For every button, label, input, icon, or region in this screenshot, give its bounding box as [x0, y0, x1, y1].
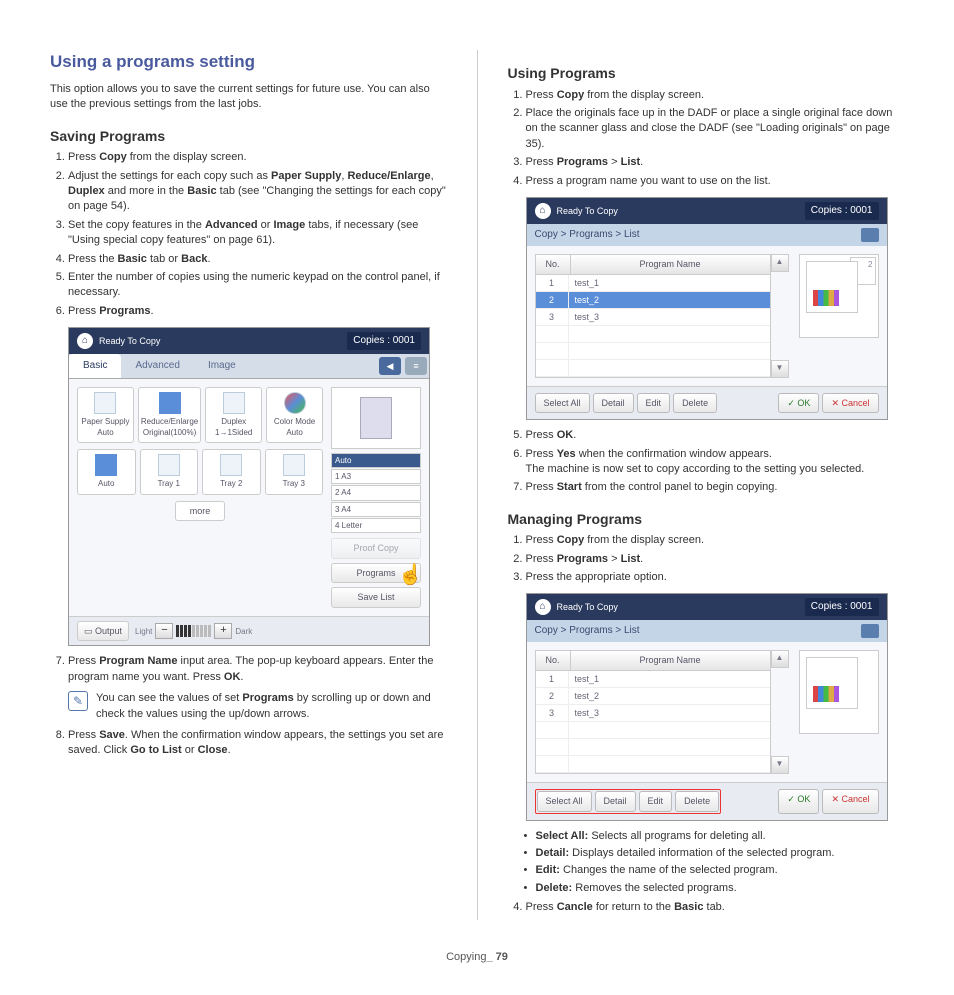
screenshot-list-manage: ⌂Ready To Copy Copies : 0001 Copy > Prog…: [526, 593, 888, 820]
edit-button[interactable]: Edit: [639, 791, 673, 812]
density-minus[interactable]: −: [155, 623, 173, 639]
screenshot-basic: ⌂Ready To Copy Copies : 0001 Basic Advan…: [68, 327, 430, 646]
step: Press Save. When the confirmation window…: [68, 728, 447, 759]
tray-1[interactable]: Tray 1: [140, 449, 199, 494]
step: Adjust the settings for each copy such a…: [68, 169, 447, 215]
copies-counter: Copies : 0001: [347, 332, 421, 350]
ok-button[interactable]: ✓ OK: [778, 789, 819, 814]
table-row[interactable]: 2test_2: [536, 688, 770, 705]
scroll-up-icon[interactable]: ▲: [771, 650, 789, 668]
tray-opt[interactable]: 3 A4: [331, 502, 421, 517]
bullet: Delete: Removes the selected programs.: [536, 881, 905, 896]
cancel-button[interactable]: ✕ Cancel: [822, 393, 878, 414]
density-bars: [176, 625, 211, 637]
scroll-up-icon[interactable]: ▲: [771, 254, 789, 272]
home-icon[interactable]: ⌂: [535, 203, 551, 219]
step: Press Copy from the display screen.: [526, 533, 905, 548]
saving-heading: Saving Programs: [50, 127, 447, 147]
copies-counter: Copies : 0001: [805, 202, 879, 220]
step: Press Copy from the display screen.: [68, 150, 447, 165]
tray-opt[interactable]: 2 A4: [331, 485, 421, 500]
tab-advanced[interactable]: Advanced: [121, 354, 193, 378]
highlight-box: Select All Detail Edit Delete: [535, 789, 722, 814]
scroll-down-icon[interactable]: ▼: [771, 756, 789, 774]
ok-button[interactable]: ✓ OK: [778, 393, 819, 414]
list-icon[interactable]: [861, 624, 879, 638]
step: Press Program Name input area. The pop-u…: [68, 654, 447, 685]
breadcrumb: Copy > Programs > List: [535, 228, 640, 242]
step: Press a program name you want to use on …: [526, 174, 905, 189]
bullet: Edit: Changes the name of the selected p…: [536, 863, 905, 878]
programs-table: No.Program Name 1test_1 2test_2 3test_3: [535, 254, 771, 378]
step: Press the Basic tab or Back.: [68, 252, 447, 267]
preview: [331, 387, 421, 449]
delete-button[interactable]: Delete: [673, 393, 717, 414]
step: Press Cancle for return to the Basic tab…: [526, 900, 905, 915]
duplex-button[interactable]: Duplex1→1Sided: [205, 387, 262, 443]
proof-copy-button[interactable]: Proof Copy: [331, 538, 421, 559]
table-row[interactable]: 1test_1: [536, 275, 770, 292]
tray-2[interactable]: Tray 2: [202, 449, 261, 494]
using-heading: Using Programs: [508, 64, 905, 84]
step: Press Programs > List.: [526, 155, 905, 170]
home-icon[interactable]: ⌂: [77, 333, 93, 349]
more-button[interactable]: more: [175, 501, 226, 522]
select-all-button[interactable]: Select All: [537, 791, 592, 812]
programs-table: No.Program Name 1test_1 2test_2 3test_3: [535, 650, 771, 774]
table-row[interactable]: 3test_3: [536, 309, 770, 326]
preview: [799, 650, 879, 734]
reduce-enlarge-button[interactable]: Reduce/EnlargeOriginal(100%): [138, 387, 201, 443]
copies-counter: Copies : 0001: [805, 598, 879, 616]
detail-button[interactable]: Detail: [593, 393, 634, 414]
tab-basic[interactable]: Basic: [69, 354, 121, 378]
detail-button[interactable]: Detail: [595, 791, 636, 812]
managing-heading: Managing Programs: [508, 510, 905, 530]
screenshot-list-selected: ⌂Ready To Copy Copies : 0001 Copy > Prog…: [526, 197, 888, 420]
table-row[interactable]: 3test_3: [536, 705, 770, 722]
home-icon[interactable]: ⌂: [535, 599, 551, 615]
breadcrumb: Copy > Programs > List: [535, 624, 640, 638]
step: Press Programs.: [68, 304, 447, 319]
save-list-button[interactable]: Save List: [331, 587, 421, 608]
step: Press Start from the control panel to be…: [526, 480, 905, 495]
page-footer: Copying_ 79: [50, 950, 904, 965]
step: Press OK.: [526, 428, 905, 443]
intro: This option allows you to save the curre…: [50, 82, 447, 113]
step: Press Yes when the confirmation window a…: [526, 447, 905, 478]
step: Press the appropriate option.: [526, 570, 905, 585]
step: Press Copy from the display screen.: [526, 88, 905, 103]
tray-opt[interactable]: 1 A3: [331, 469, 421, 484]
scroll-down-icon[interactable]: ▼: [771, 360, 789, 378]
tab-image[interactable]: Image: [194, 354, 250, 378]
edit-button[interactable]: Edit: [637, 393, 671, 414]
output-button[interactable]: ▭ Output: [77, 621, 129, 642]
preview: 2: [799, 254, 879, 338]
step: Enter the number of copies using the num…: [68, 270, 447, 301]
tray-opt[interactable]: 4 Letter: [331, 518, 421, 533]
table-row[interactable]: 1test_1: [536, 671, 770, 688]
main-heading: Using a programs setting: [50, 50, 447, 74]
list-icon[interactable]: [861, 228, 879, 242]
paper-supply-button[interactable]: Paper SupplyAuto: [77, 387, 134, 443]
step: Press Programs > List.: [526, 552, 905, 567]
pointer-icon: ☝: [398, 561, 423, 589]
note-text: You can see the values of set Programs b…: [96, 691, 447, 722]
bullet: Detail: Displays detailed information of…: [536, 846, 905, 861]
back-icon[interactable]: ◀: [379, 357, 401, 375]
select-all-button[interactable]: Select All: [535, 393, 590, 414]
bullet: Select All: Selects all programs for del…: [536, 829, 905, 844]
table-row[interactable]: 2test_2: [536, 292, 770, 309]
density-plus[interactable]: +: [214, 623, 232, 639]
list-icon[interactable]: ≡: [405, 357, 427, 375]
color-mode-button[interactable]: Color ModeAuto: [266, 387, 323, 443]
step: Place the originals face up in the DADF …: [526, 106, 905, 152]
note-icon: ✎: [68, 691, 88, 711]
tray-auto[interactable]: Auto: [77, 449, 136, 494]
tray-3[interactable]: Tray 3: [265, 449, 324, 494]
delete-button[interactable]: Delete: [675, 791, 719, 812]
cancel-button[interactable]: ✕ Cancel: [822, 789, 878, 814]
step: Set the copy features in the Advanced or…: [68, 218, 447, 249]
tray-opt[interactable]: Auto: [331, 453, 421, 468]
